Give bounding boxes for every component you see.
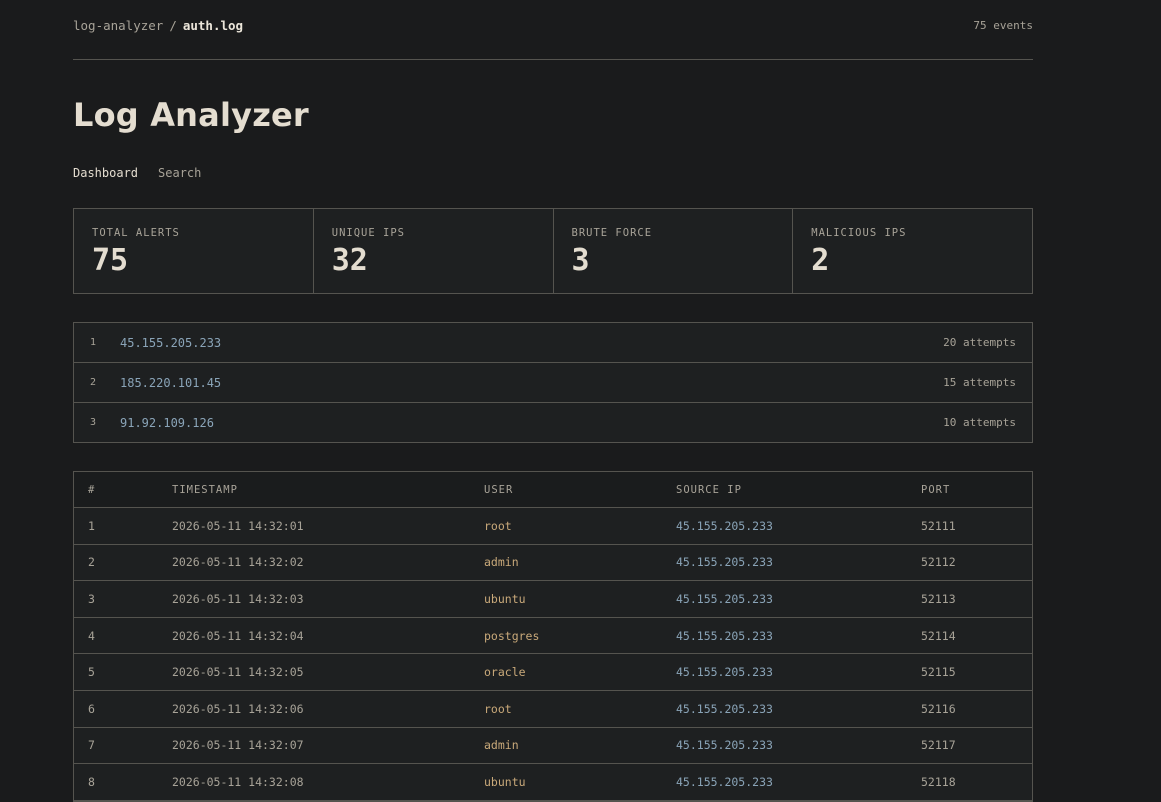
stat-unique-ips: UNIQUE IPS 32: [314, 209, 554, 293]
top-ip-row: 3 91.92.109.126 10 attempts: [74, 403, 1032, 442]
row-source-ip-link[interactable]: 45.155.205.233: [676, 592, 921, 606]
ip-rank: 3: [90, 417, 97, 428]
table-row[interactable]: 8 2026-05-11 14:32:08 ubuntu 45.155.205.233…: [74, 764, 1032, 801]
row-user: root: [484, 701, 512, 716]
row-source-ip-link[interactable]: 45.155.205.233: [676, 555, 921, 569]
row-source-ip-link[interactable]: 45.155.205.233: [676, 629, 921, 643]
breadcrumb-file: auth.log: [182, 18, 244, 33]
top-bar: log-analyzer / auth.log 75 events: [73, 0, 1033, 60]
table-row[interactable]: 1 2026-05-11 14:32:01 root 45.155.205.233 52…: [74, 508, 1032, 545]
row-user: oracle: [484, 665, 526, 680]
table-row[interactable]: 5 2026-05-11 14:32:05 oracle 45.155.205.233…: [74, 654, 1032, 691]
row-timestamp: 2026-05-11 14:32:06: [172, 701, 304, 716]
table-header: # TIMESTAMP USER SOURCE IP PORT: [74, 472, 1032, 508]
column-header-source-ip: SOURCE IP: [676, 483, 742, 496]
tab-bar: Dashboard Search: [73, 166, 201, 180]
row-port: 52118: [921, 774, 956, 789]
stats-panel: TOTAL ALERTS 75 UNIQUE IPS 32 BRUTE FORC…: [73, 208, 1033, 294]
stat-value: 75: [92, 243, 129, 278]
stat-label: UNIQUE IPS: [331, 227, 405, 239]
row-number: 7: [88, 738, 95, 753]
tab-dashboard[interactable]: Dashboard: [73, 166, 138, 180]
row-number: 6: [88, 701, 95, 716]
row-user: admin: [484, 738, 519, 753]
row-source-ip-link[interactable]: 45.155.205.233: [676, 702, 921, 716]
table-row[interactable]: 7 2026-05-11 14:32:07 admin 45.155.205.233 5…: [74, 728, 1032, 765]
row-user: ubuntu: [484, 591, 526, 606]
stat-label: MALICIOUS IPS: [811, 227, 907, 239]
ip-address-link[interactable]: 91.92.109.126: [120, 416, 943, 430]
row-number: 1: [88, 518, 95, 533]
row-port: 52114: [921, 628, 956, 643]
column-header-timestamp: TIMESTAMP: [172, 483, 238, 496]
ip-attempts: 15 attempts: [943, 376, 1016, 389]
row-number: 8: [88, 774, 95, 789]
row-port: 52117: [921, 738, 956, 753]
ip-attempts: 20 attempts: [943, 336, 1016, 349]
row-user: postgres: [484, 628, 540, 643]
ip-attempts: 10 attempts: [943, 416, 1016, 429]
table-row[interactable]: 4 2026-05-11 14:32:04 postgres 45.155.205.2…: [74, 618, 1032, 655]
stat-label: TOTAL ALERTS: [92, 227, 180, 239]
row-timestamp: 2026-05-11 14:32:08: [172, 774, 304, 789]
table-row[interactable]: 3 2026-05-11 14:32:03 ubuntu 45.155.205.233…: [74, 581, 1032, 618]
ip-address-link[interactable]: 185.220.101.45: [120, 376, 943, 390]
column-header-user: USER: [484, 483, 514, 496]
stat-value: 3: [571, 243, 590, 278]
row-timestamp: 2026-05-11 14:32:03: [172, 591, 304, 606]
ip-rank: 1: [90, 337, 97, 348]
row-timestamp: 2026-05-11 14:32:07: [172, 738, 304, 753]
stat-value: 32: [331, 243, 368, 278]
event-count: 75 events: [973, 19, 1033, 32]
breadcrumb: log-analyzer / auth.log: [73, 18, 243, 33]
row-number: 4: [88, 628, 95, 643]
stat-malicious-ips: MALICIOUS IPS 2: [793, 209, 1032, 293]
row-port: 52111: [921, 518, 956, 533]
row-timestamp: 2026-05-11 14:32:02: [172, 555, 304, 570]
row-source-ip-link[interactable]: 45.155.205.233: [676, 738, 921, 752]
row-source-ip-link[interactable]: 45.155.205.233: [676, 775, 921, 789]
row-source-ip-link[interactable]: 45.155.205.233: [676, 519, 921, 533]
column-header-port: PORT: [921, 483, 951, 496]
row-port: 52112: [921, 555, 956, 570]
row-user: admin: [484, 555, 519, 570]
row-port: 52116: [921, 701, 956, 716]
breadcrumb-separator: /: [169, 18, 177, 33]
events-table: # TIMESTAMP USER SOURCE IP PORT 1 2026-05…: [73, 471, 1033, 802]
ip-rank: 2: [90, 377, 97, 388]
top-ips-list: 1 45.155.205.233 20 attempts 2 185.220.1…: [73, 322, 1033, 443]
stat-label: BRUTE FORCE: [571, 227, 653, 239]
row-timestamp: 2026-05-11 14:32:01: [172, 518, 304, 533]
row-timestamp: 2026-05-11 14:32:04: [172, 628, 304, 643]
page-title: Log Analyzer: [73, 96, 309, 134]
breadcrumb-app[interactable]: log-analyzer: [73, 18, 163, 33]
row-number: 3: [88, 591, 95, 606]
top-ip-row: 1 45.155.205.233 20 attempts: [74, 323, 1032, 363]
row-port: 52113: [921, 591, 956, 606]
table-body: 1 2026-05-11 14:32:01 root 45.155.205.233 52…: [74, 508, 1032, 801]
row-number: 2: [88, 555, 95, 570]
tab-search[interactable]: Search: [158, 166, 201, 180]
row-timestamp: 2026-05-11 14:32:05: [172, 665, 304, 680]
app-container: log-analyzer / auth.log 75 events Log Anal…: [73, 0, 1033, 802]
row-number: 5: [88, 665, 95, 680]
row-user: root: [484, 518, 512, 533]
row-user: ubuntu: [484, 774, 526, 789]
table-row[interactable]: 2 2026-05-11 14:32:02 admin 45.155.205.233 5…: [74, 545, 1032, 582]
column-header-number: #: [88, 483, 96, 496]
stat-total-alerts: TOTAL ALERTS 75: [74, 209, 314, 293]
stat-value: 2: [811, 243, 830, 278]
stat-brute-force: BRUTE FORCE 3: [554, 209, 794, 293]
row-port: 52115: [921, 665, 956, 680]
table-row[interactable]: 6 2026-05-11 14:32:06 root 45.155.205.233 52…: [74, 691, 1032, 728]
top-ip-row: 2 185.220.101.45 15 attempts: [74, 363, 1032, 403]
row-source-ip-link[interactable]: 45.155.205.233: [676, 665, 921, 679]
ip-address-link[interactable]: 45.155.205.233: [120, 336, 943, 350]
